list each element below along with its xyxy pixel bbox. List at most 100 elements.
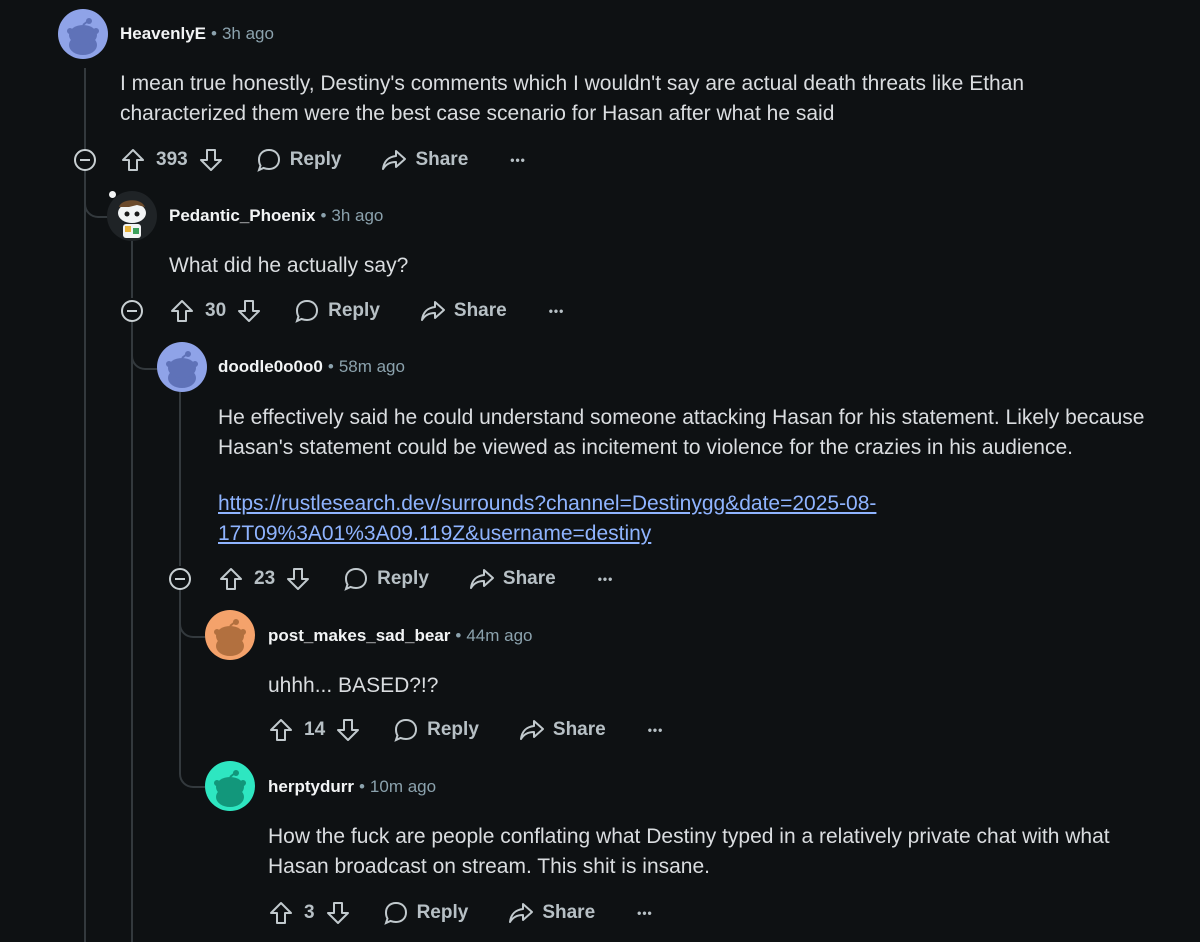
thread-line-level2 — [131, 240, 133, 298]
downvote-arrow-icon — [199, 149, 222, 171]
share-button[interactable]: Share — [420, 298, 507, 324]
upvote-button[interactable] — [169, 298, 195, 324]
thread-connector-3 — [179, 600, 205, 638]
upvote-button[interactable] — [120, 147, 146, 173]
comment-meta: HeavenlyE • 3h ago — [120, 24, 274, 43]
comment-actions: 3 Reply Share ••• — [268, 898, 653, 928]
more-options-button[interactable]: ••• — [510, 153, 526, 167]
timestamp[interactable]: 44m ago — [466, 626, 532, 645]
comment-body: I mean true honestly, Destiny's comments… — [120, 72, 1025, 125]
external-link[interactable]: https://rustlesearch.dev/surrounds?chann… — [218, 492, 876, 515]
share-arrow-icon — [519, 720, 544, 740]
timestamp[interactable]: 3h ago — [331, 206, 383, 225]
vote-count: 393 — [156, 149, 188, 170]
share-button[interactable]: Share — [381, 147, 468, 173]
more-options-button[interactable]: ••• — [549, 304, 565, 318]
comment-actions: 30 Reply Share ••• — [169, 296, 564, 326]
downvote-button[interactable] — [285, 566, 311, 592]
comment-body: He effectively said he could understand … — [218, 406, 1145, 545]
upvote-button[interactable] — [268, 900, 294, 926]
username[interactable]: herptydurr — [268, 777, 354, 796]
reply-button[interactable]: Reply — [256, 147, 341, 173]
speech-bubble-icon — [383, 901, 407, 925]
more-options-button[interactable]: ••• — [648, 723, 664, 737]
timestamp[interactable]: 10m ago — [370, 777, 436, 796]
username[interactable]: HeavenlyE — [120, 24, 206, 43]
thread-connector-2 — [131, 334, 157, 370]
comment-body: What did he actually say? — [169, 254, 409, 277]
more-options-button[interactable]: ••• — [598, 572, 614, 586]
collapse-button[interactable] — [74, 149, 96, 171]
collapse-button[interactable] — [121, 300, 143, 322]
more-options-button[interactable]: ••• — [637, 906, 653, 920]
speech-bubble-icon — [394, 718, 418, 742]
downvote-button[interactable] — [198, 147, 224, 173]
vote-count: 14 — [304, 719, 326, 740]
snoo-avatar-icon — [205, 761, 255, 811]
avatar[interactable] — [205, 761, 255, 811]
share-button[interactable]: Share — [519, 717, 606, 743]
thread-line-root-lower — [84, 170, 86, 942]
downvote-arrow-icon — [326, 902, 349, 924]
thread-line-level2-lower — [131, 322, 133, 942]
speech-bubble-icon — [295, 299, 319, 323]
share-arrow-icon — [420, 301, 445, 321]
share-button[interactable]: Share — [469, 566, 556, 592]
upvote-arrow-icon — [171, 300, 193, 322]
username[interactable]: post_makes_sad_bear — [268, 626, 450, 645]
reply-button[interactable]: Reply — [383, 900, 468, 926]
thread-line-level3 — [179, 392, 181, 566]
external-link-continued[interactable]: 17T09%3A01%3A09.119Z&username=destiny — [218, 522, 651, 545]
downvote-arrow-icon — [287, 568, 310, 590]
avatar[interactable] — [107, 191, 157, 241]
timestamp[interactable]: 3h ago — [222, 24, 274, 43]
thread-connector-4 — [179, 752, 205, 788]
vote-count: 23 — [254, 568, 276, 589]
online-status-dot — [109, 191, 116, 198]
downvote-button[interactable] — [236, 298, 262, 324]
upvote-arrow-icon — [122, 149, 144, 171]
share-button[interactable]: Share — [508, 900, 595, 926]
reply-button[interactable]: Reply — [343, 566, 429, 592]
comment-meta: doodle0o0o0 • 58m ago — [218, 357, 405, 376]
vote-count: 30 — [205, 300, 227, 321]
vote-count: 3 — [304, 902, 315, 923]
avatar[interactable] — [205, 610, 255, 660]
snoo-avatar-icon — [157, 342, 207, 392]
comment-meta: herptydurr • 10m ago — [268, 777, 437, 796]
comment-meta: Pedantic_Phoenix • 3h ago — [169, 206, 384, 225]
downvote-arrow-icon — [337, 719, 360, 741]
username[interactable]: Pedantic_Phoenix — [169, 206, 315, 225]
comment-actions: 23 Reply Share ••• — [218, 564, 613, 594]
upvote-button[interactable] — [268, 717, 294, 743]
downvote-button[interactable] — [335, 717, 361, 743]
avatar[interactable] — [157, 342, 207, 392]
comment-body: How the fuck are people conflating what … — [268, 825, 1110, 878]
snoo-avatar-icon — [205, 610, 255, 660]
comment-body: uhhh... BASED?!? — [268, 674, 439, 697]
downvote-button[interactable] — [325, 900, 351, 926]
timestamp[interactable]: 58m ago — [339, 357, 405, 376]
username[interactable]: doodle0o0o0 — [218, 357, 323, 376]
thread-line-root — [84, 68, 86, 158]
comment-actions: 14 Reply Share ••• — [268, 715, 663, 745]
comment-actions: 393 Reply Share ••• — [120, 145, 526, 175]
reply-button[interactable]: Reply — [393, 717, 479, 743]
snoo-avatar-icon — [58, 9, 108, 59]
speech-bubble-icon — [257, 148, 280, 172]
snoo-custom-avatar-icon — [107, 191, 157, 241]
upvote-arrow-icon — [270, 719, 292, 741]
share-arrow-icon — [469, 569, 494, 589]
reply-button[interactable]: Reply — [294, 298, 380, 324]
collapse-button[interactable] — [169, 568, 191, 590]
avatar[interactable] — [58, 9, 108, 59]
share-arrow-icon — [382, 150, 407, 170]
upvote-arrow-icon — [270, 902, 292, 924]
speech-bubble-icon — [344, 567, 368, 591]
downvote-arrow-icon — [238, 300, 261, 322]
thread-connector-1 — [84, 180, 108, 218]
share-arrow-icon — [509, 903, 534, 923]
upvote-button[interactable] — [218, 566, 244, 592]
comment-meta: post_makes_sad_bear • 44m ago — [268, 626, 533, 645]
upvote-arrow-icon — [220, 568, 242, 590]
